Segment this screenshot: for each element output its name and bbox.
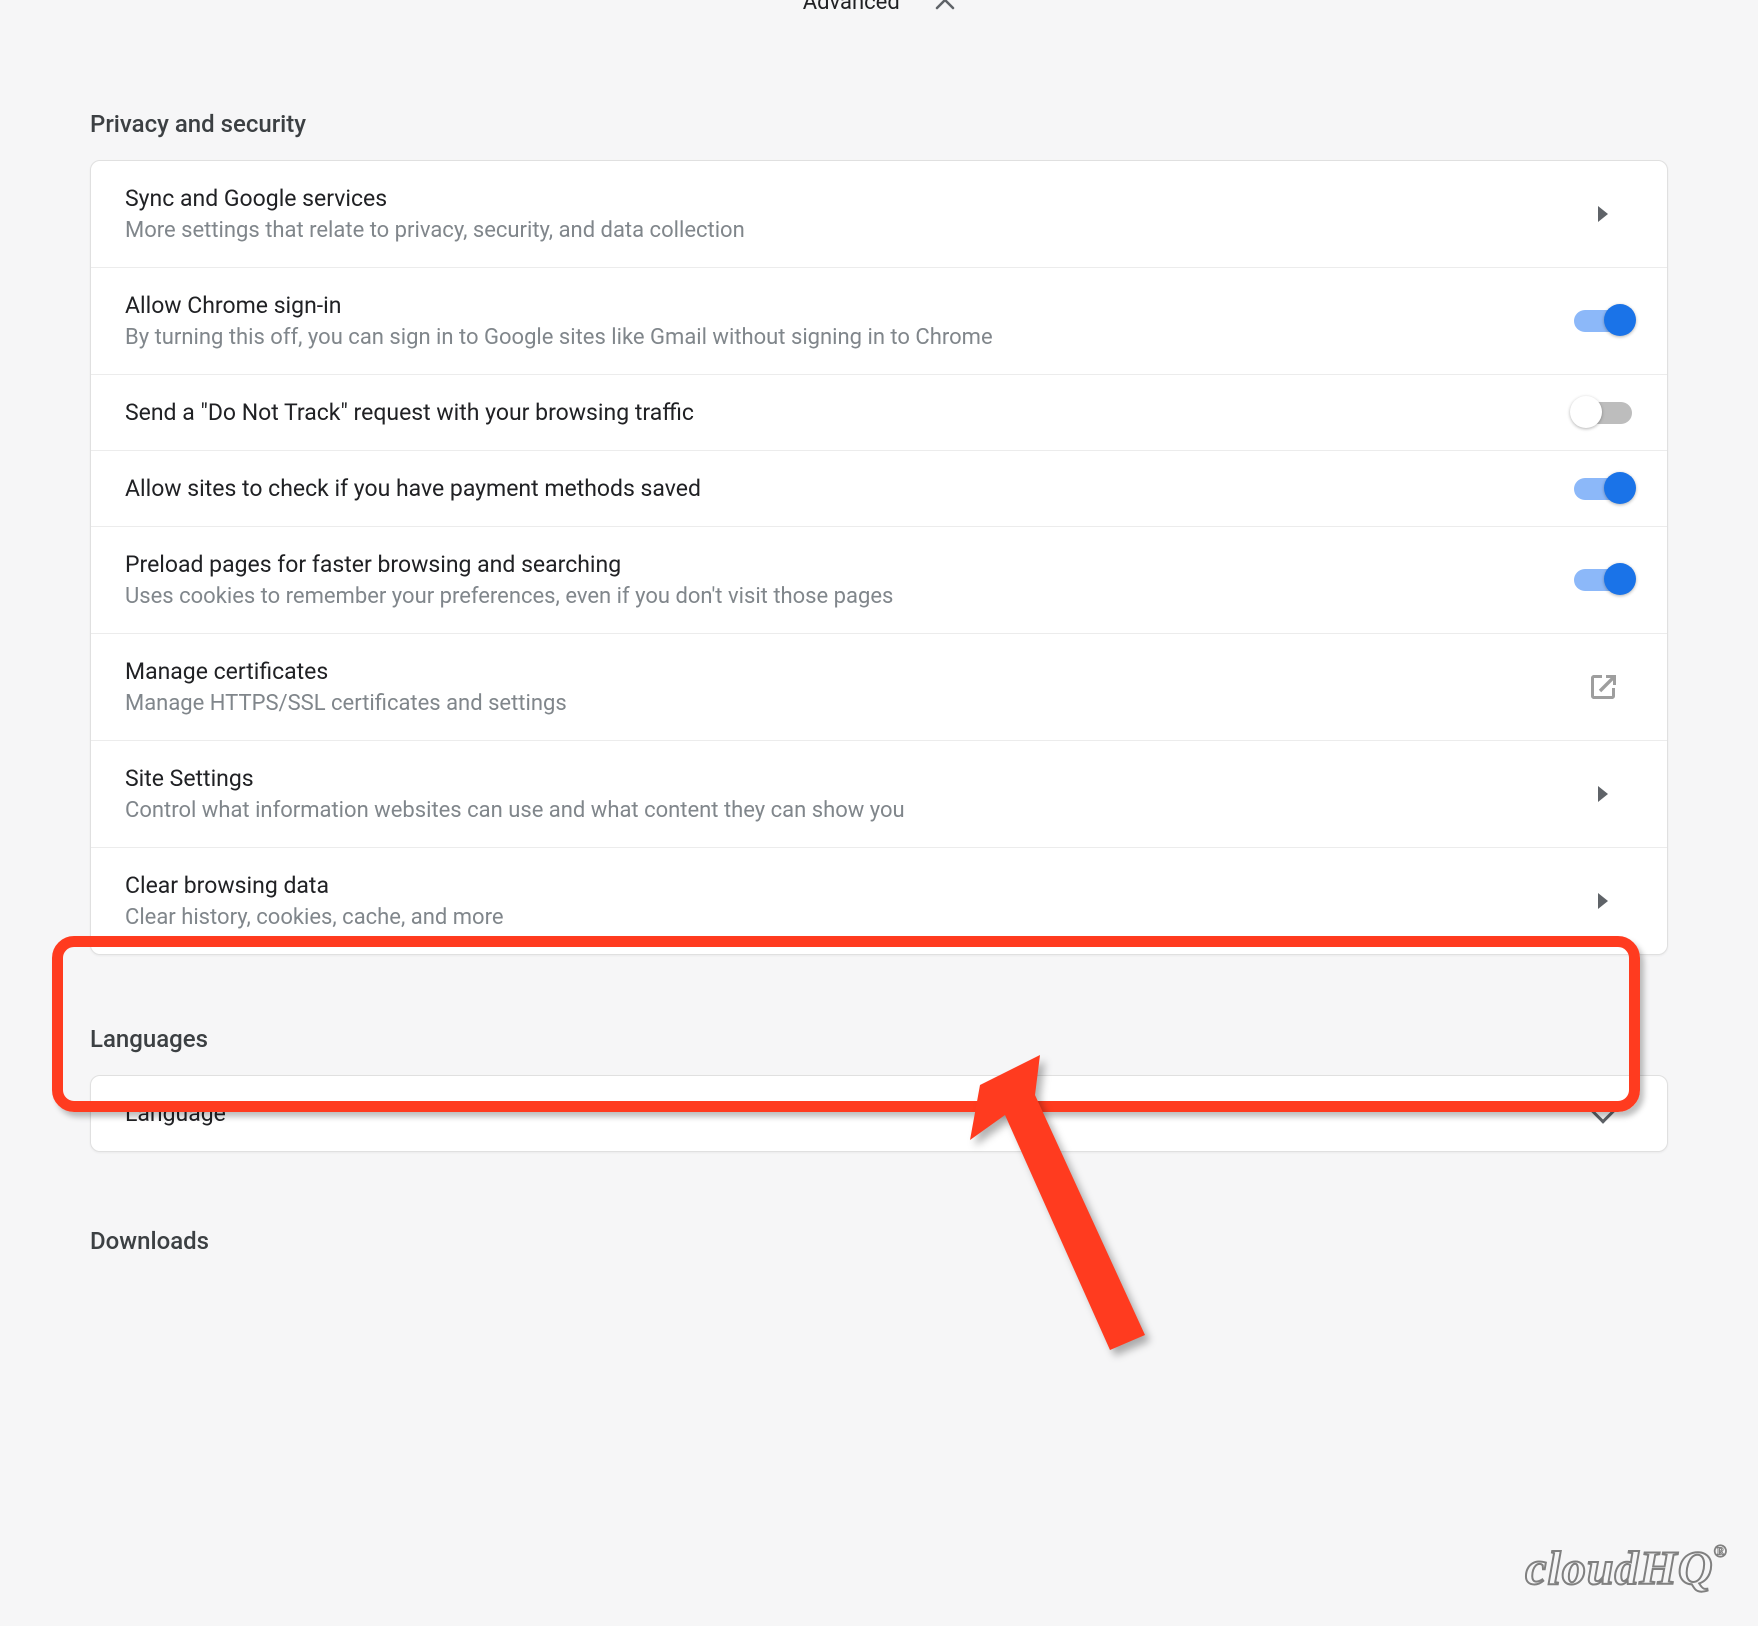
- caret-right-icon: [1573, 206, 1633, 222]
- caret-right-icon: [1573, 893, 1633, 909]
- site-settings-row[interactable]: Site Settings Control what information w…: [91, 741, 1667, 848]
- cloudhq-watermark: cloudHQ®: [1525, 1541, 1728, 1596]
- preload-toggle[interactable]: [1574, 569, 1632, 591]
- row-desc: Clear history, cookies, cache, and more: [125, 905, 503, 930]
- watermark-text: cloudHQ: [1525, 1542, 1713, 1595]
- row-desc: By turning this off, you can sign in to …: [125, 325, 993, 350]
- chevron-down-icon: [1573, 1108, 1633, 1120]
- row-title: Allow sites to check if you have payment…: [125, 475, 701, 502]
- sync-google-services-row[interactable]: Sync and Google services More settings t…: [91, 161, 1667, 268]
- language-row[interactable]: Language: [91, 1076, 1667, 1151]
- row-desc: Manage HTTPS/SSL certificates and settin…: [125, 691, 567, 716]
- privacy-security-heading: Privacy and security: [90, 110, 1668, 138]
- advanced-label: Advanced: [803, 0, 900, 15]
- chevron-up-icon: [935, 0, 955, 16]
- row-desc: Control what information websites can us…: [125, 798, 905, 823]
- clear-browsing-data-row[interactable]: Clear browsing data Clear history, cooki…: [91, 848, 1667, 954]
- row-title: Send a "Do Not Track" request with your …: [125, 399, 694, 426]
- allow-chrome-signin-row[interactable]: Allow Chrome sign-in By turning this off…: [91, 268, 1667, 375]
- external-link-icon: [1573, 672, 1633, 702]
- row-title: Clear browsing data: [125, 872, 503, 899]
- languages-heading: Languages: [90, 1025, 1668, 1053]
- allow-signin-toggle[interactable]: [1574, 310, 1632, 332]
- downloads-heading: Downloads: [90, 1227, 1668, 1255]
- preload-pages-row[interactable]: Preload pages for faster browsing and se…: [91, 527, 1667, 634]
- dnt-toggle[interactable]: [1574, 402, 1632, 424]
- privacy-security-card: Sync and Google services More settings t…: [90, 160, 1668, 955]
- row-title: Language: [125, 1100, 226, 1127]
- payment-methods-row[interactable]: Allow sites to check if you have payment…: [91, 451, 1667, 527]
- row-title: Allow Chrome sign-in: [125, 292, 993, 319]
- row-title: Manage certificates: [125, 658, 567, 685]
- manage-certificates-row[interactable]: Manage certificates Manage HTTPS/SSL cer…: [91, 634, 1667, 741]
- row-desc: Uses cookies to remember your preference…: [125, 584, 893, 609]
- advanced-section-toggle[interactable]: Advanced: [90, 0, 1668, 18]
- languages-card: Language: [90, 1075, 1668, 1152]
- row-title: Sync and Google services: [125, 185, 745, 212]
- caret-right-icon: [1573, 786, 1633, 802]
- row-title: Site Settings: [125, 765, 905, 792]
- row-title: Preload pages for faster browsing and se…: [125, 551, 893, 578]
- row-desc: More settings that relate to privacy, se…: [125, 218, 745, 243]
- do-not-track-row[interactable]: Send a "Do Not Track" request with your …: [91, 375, 1667, 451]
- payment-toggle[interactable]: [1574, 478, 1632, 500]
